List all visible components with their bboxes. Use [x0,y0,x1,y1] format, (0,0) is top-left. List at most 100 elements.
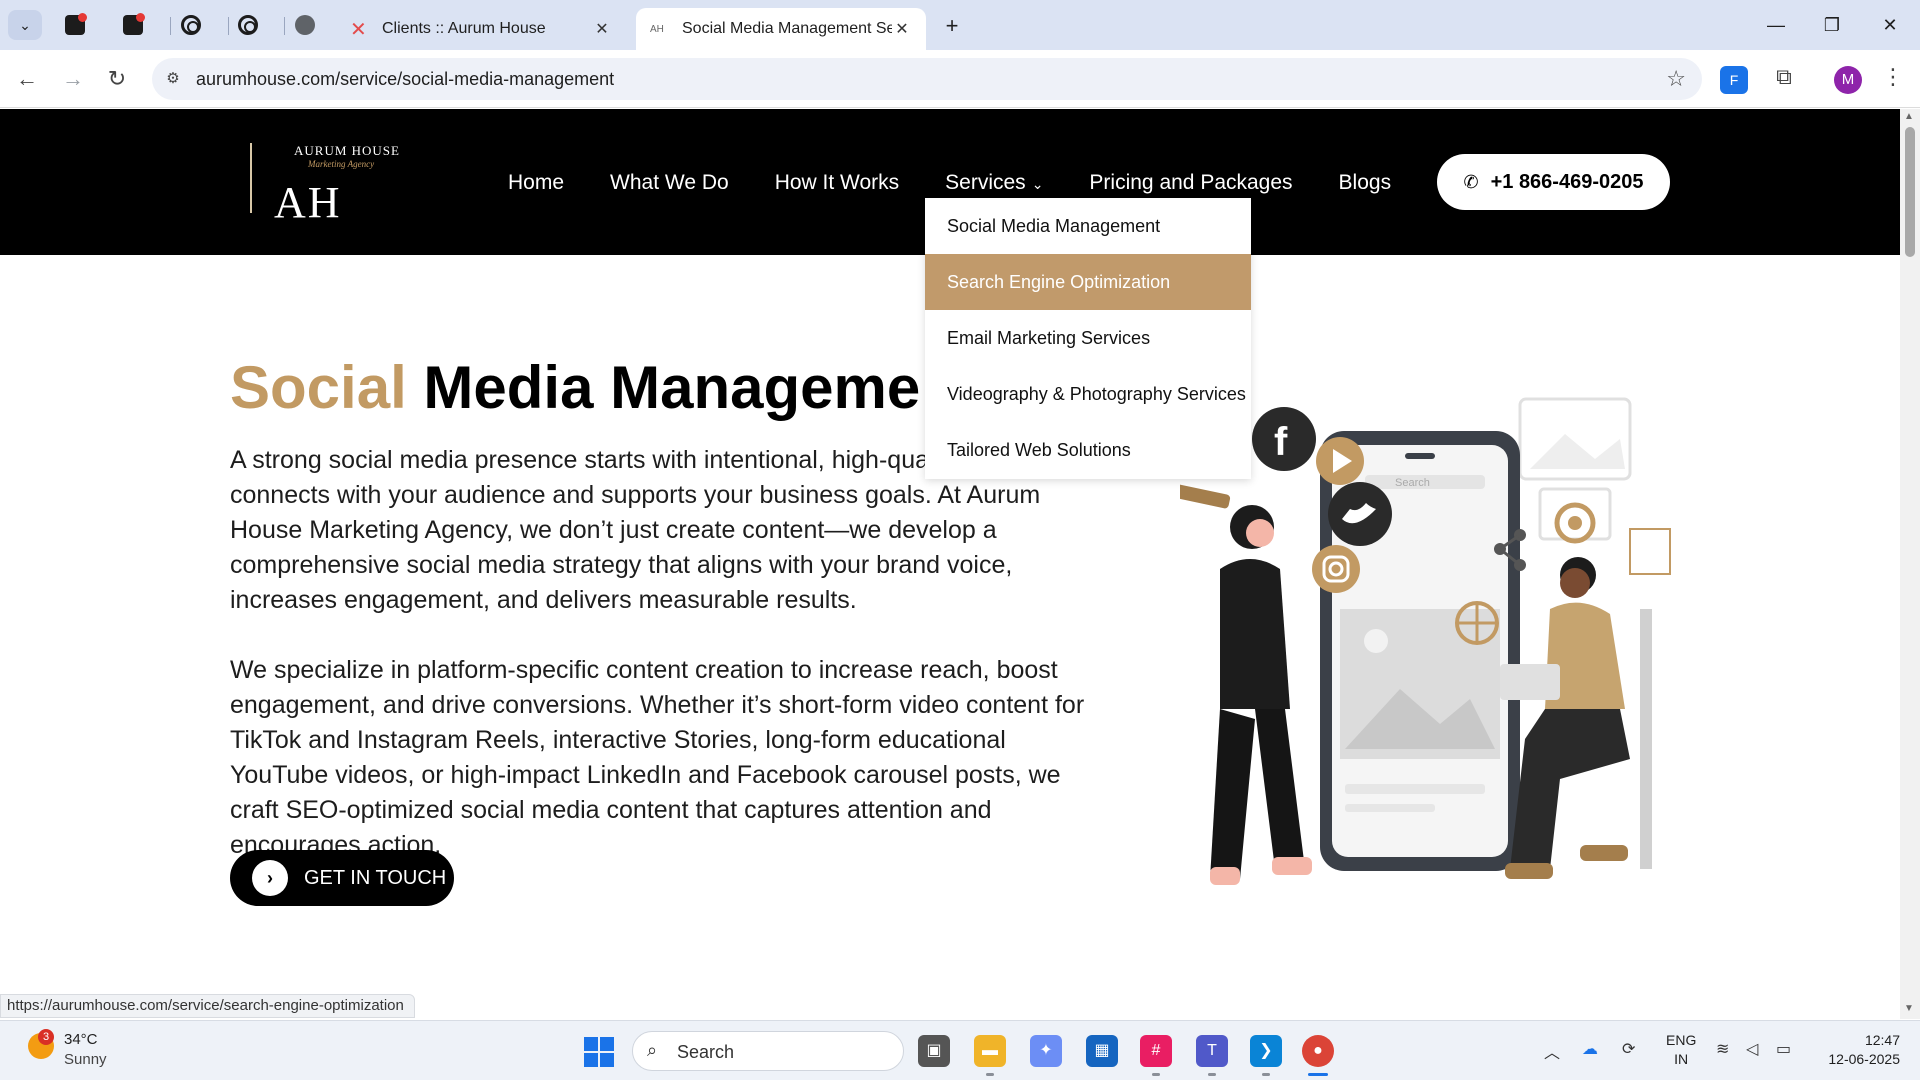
nav-home[interactable]: Home [508,171,564,195]
slack-icon[interactable]: # [1140,1035,1172,1067]
logo-monogram: AH [274,178,342,227]
active-app-indicator [1308,1073,1328,1076]
get-in-touch-button[interactable]: › GET IN TOUCH [230,850,454,906]
profile-avatar[interactable]: M [1834,66,1862,94]
web-page: AURUM HOUSE Marketing Agency AH Home Wha… [0,109,1900,1019]
running-indicator [1208,1073,1216,1076]
tab-separator [228,17,229,35]
cta-label: GET IN TOUCH [304,866,447,889]
windows-start-icon[interactable] [584,1037,614,1067]
taskbar-search[interactable]: ⌕ Search [632,1031,904,1071]
phone-icon: ✆ [1463,171,1479,192]
openai-favicon-icon [238,15,258,35]
page-scrollbar[interactable]: ▲ ▼ [1900,109,1920,1019]
dropdown-item-web-solutions[interactable]: Tailored Web Solutions [925,422,1251,478]
pinned-tab-4[interactable] [235,12,261,38]
dropdown-item-videography[interactable]: Videography & Photography Services [925,366,1251,422]
pinned-tab-5[interactable] [292,12,318,38]
back-button[interactable]: ← [10,62,44,96]
pinned-tab-2[interactable] [120,12,146,38]
chevron-right-icon: › [252,860,288,896]
aurum-favicon-icon: AH [650,23,664,35]
dropdown-item-email-marketing[interactable]: Email Marketing Services [925,310,1251,366]
reload-button[interactable]: ↻ [100,62,134,96]
nav-pricing[interactable]: Pricing and Packages [1089,171,1292,195]
app-favicon-icon [123,13,145,35]
pinned-tab-3[interactable] [178,12,204,38]
restore-button[interactable]: ❐ [1812,10,1852,40]
man-with-laptop [1500,557,1652,879]
nav-services[interactable]: Services ⌄ [945,171,1043,195]
title-rest: Media Manageme [423,354,921,421]
close-window-button[interactable]: ✕ [1870,10,1910,40]
address-bar[interactable]: ⚙ aurumhouse.com/service/social-media-ma… [152,58,1702,100]
dropdown-item-social-media[interactable]: Social Media Management [925,198,1251,254]
browser-toolbar: ← → ↻ ⚙ aurumhouse.com/service/social-me… [0,50,1920,108]
title-accent: Social [230,354,407,421]
copilot-icon[interactable]: ✦ [1030,1035,1062,1067]
battery-icon[interactable]: ▭ [1776,1039,1791,1059]
weather-condition[interactable]: Sunny [64,1051,107,1068]
nav-what-we-do[interactable]: What We Do [610,171,729,195]
site-info-icon[interactable]: ⚙ [162,68,184,90]
minimize-button[interactable]: — [1756,10,1796,40]
instagram-icon [1312,545,1360,593]
phone-call-button[interactable]: ✆ +1 866-469-0205 [1437,154,1670,210]
onedrive-icon[interactable]: ☁ [1582,1039,1598,1059]
tab-title: Social Media Management Serv [682,20,892,37]
clock-date: 12-06-2025 [1828,1051,1900,1067]
file-explorer-icon[interactable]: ▬ [974,1035,1006,1067]
tab-clients[interactable]: ✕ Clients :: Aurum House ✕ [336,8,626,50]
logo-brand-name: AURUM HOUSE [294,143,400,158]
forward-button[interactable]: → [56,62,90,96]
scrollbar-thumb[interactable] [1905,127,1915,257]
woman-with-megaphone [1180,483,1312,885]
tab-separator [170,17,171,35]
globe-favicon-icon [295,15,315,35]
wifi-icon[interactable]: ≋ [1716,1039,1729,1059]
pinned-tab-1[interactable] [62,12,88,38]
services-paragraph: We specialize in platform-specific conte… [230,656,1085,859]
scroll-up-icon[interactable]: ▲ [1904,111,1914,122]
language-code: ENG [1666,1032,1697,1048]
main-navigation: Home What We Do How It Works Services ⌄ P… [508,171,1437,195]
scroll-down-icon[interactable]: ▼ [1904,1003,1914,1014]
social-media-illustration: Search f [1180,397,1671,885]
extensions-puzzle-icon[interactable]: ⧉ [1770,64,1798,92]
running-indicator [986,1073,994,1076]
teams-icon[interactable]: T [1196,1035,1228,1067]
task-view-icon[interactable]: ▣ [918,1035,950,1067]
nav-how-it-works[interactable]: How It Works [775,171,899,195]
illustration-search-text: Search [1395,477,1430,489]
dropdown-item-seo[interactable]: Search Engine Optimization [925,254,1251,310]
bookmark-star-icon[interactable]: ☆ [1666,66,1686,92]
nav-services-label: Services [945,171,1026,194]
search-icon: ⌕ [647,1040,658,1060]
volume-icon[interactable]: ◁ [1746,1039,1758,1059]
weather-badge: 3 [38,1029,54,1045]
link-status-bar: https://aurumhouse.com/service/search-en… [0,994,415,1018]
new-tab-button[interactable]: + [938,12,966,40]
tab-search-button[interactable]: ⌄ [8,10,42,40]
extension-icon[interactable]: F [1720,66,1748,94]
close-tab-icon[interactable]: ✕ [892,19,912,39]
logo-tagline: Marketing Agency [308,159,375,169]
close-tab-icon[interactable]: ✕ [592,19,612,39]
windows-taskbar: 3 34°C Sunny ⌕ Search ▣ ▬ ✦ ▦ # T ❯ ● ︿ … [0,1020,1920,1080]
x-favicon-icon: ✕ [350,18,367,41]
url-text[interactable]: aurumhouse.com/service/social-media-mana… [196,69,614,90]
site-logo[interactable]: AURUM HOUSE Marketing Agency AH [246,139,406,227]
system-clock[interactable]: 12:47 12-06-2025 [1816,1031,1900,1069]
sync-icon[interactable]: ⟳ [1622,1039,1635,1059]
weather-temperature[interactable]: 34°C [64,1031,98,1048]
nav-blogs[interactable]: Blogs [1339,171,1392,195]
microsoft-store-icon[interactable]: ▦ [1086,1035,1118,1067]
browser-menu-icon[interactable]: ⋮ [1880,64,1906,94]
language-indicator[interactable]: ENG IN [1666,1031,1696,1069]
show-hidden-icons-icon[interactable]: ︿ [1544,1039,1560,1063]
phone-number: +1 866-469-0205 [1490,170,1644,193]
vscode-icon[interactable]: ❯ [1250,1035,1282,1067]
tab-social-media-management[interactable]: AH Social Media Management Serv ✕ [636,8,926,50]
tab-separator [284,17,285,35]
chrome-icon[interactable]: ● [1302,1035,1334,1067]
